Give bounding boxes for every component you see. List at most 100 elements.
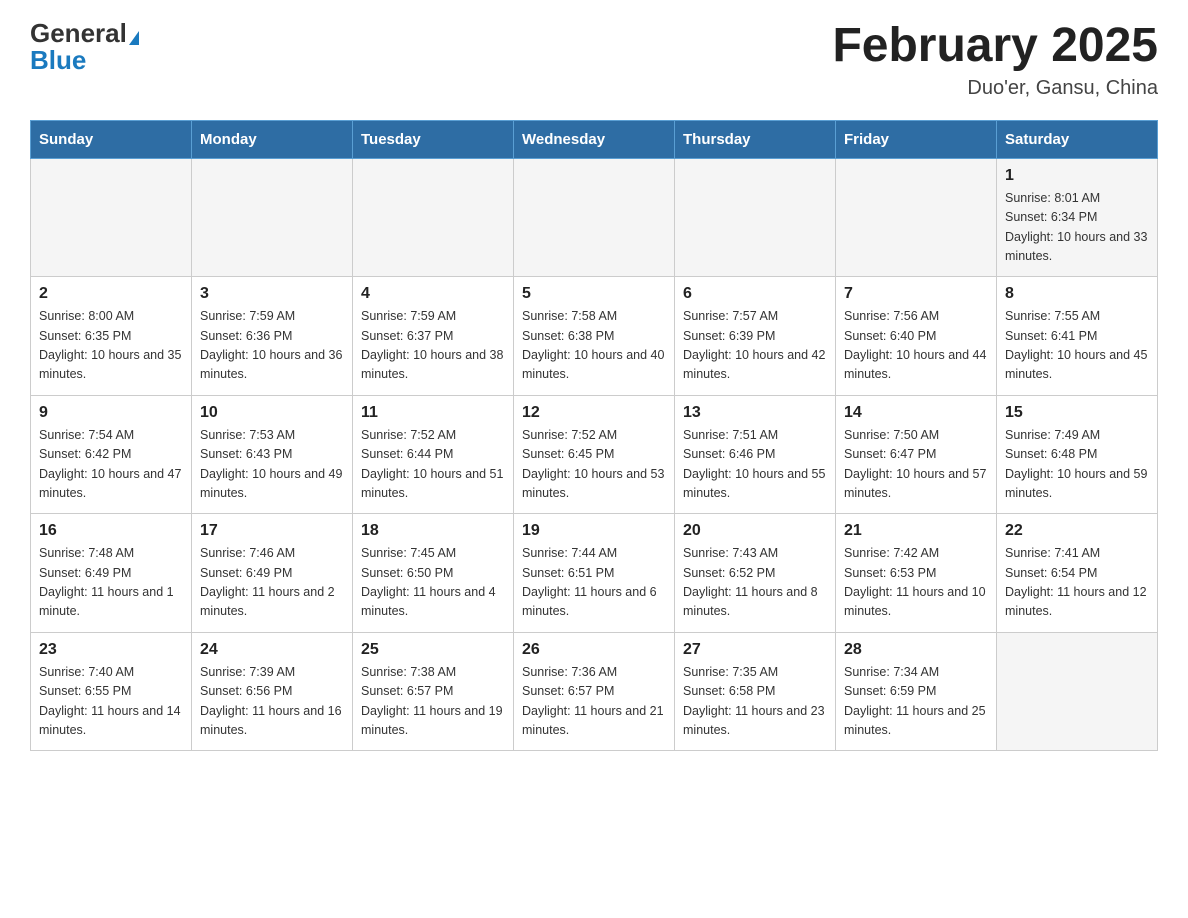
day-info: Sunrise: 7:41 AMSunset: 6:54 PMDaylight:… xyxy=(1005,544,1149,622)
calendar-header: SundayMondayTuesdayWednesdayThursdayFrid… xyxy=(31,120,1158,158)
day-cell: 12 Sunrise: 7:52 AMSunset: 6:45 PMDayligh… xyxy=(514,395,675,514)
day-number: 9 xyxy=(39,404,183,422)
day-info: Sunrise: 7:36 AMSunset: 6:57 PMDaylight:… xyxy=(522,663,666,741)
day-info: Sunrise: 7:52 AMSunset: 6:45 PMDaylight:… xyxy=(522,426,666,504)
weekday-header-saturday: Saturday xyxy=(997,120,1158,158)
weekday-header-monday: Monday xyxy=(192,120,353,158)
title-block: February 2025 Duo'er, Gansu, China xyxy=(832,20,1158,100)
day-number: 2 xyxy=(39,285,183,303)
week-row-2: 2 Sunrise: 8:00 AMSunset: 6:35 PMDaylight… xyxy=(31,277,1158,396)
day-cell: 8 Sunrise: 7:55 AMSunset: 6:41 PMDaylight… xyxy=(997,277,1158,396)
day-cell: 16 Sunrise: 7:48 AMSunset: 6:49 PMDayligh… xyxy=(31,514,192,633)
day-info: Sunrise: 7:49 AMSunset: 6:48 PMDaylight:… xyxy=(1005,426,1149,504)
day-number: 17 xyxy=(200,522,344,540)
day-info: Sunrise: 8:01 AMSunset: 6:34 PMDaylight:… xyxy=(1005,189,1149,267)
day-number: 4 xyxy=(361,285,505,303)
weekday-header-sunday: Sunday xyxy=(31,120,192,158)
day-number: 1 xyxy=(1005,167,1149,185)
month-title: February 2025 xyxy=(832,20,1158,73)
day-cell: 23 Sunrise: 7:40 AMSunset: 6:55 PMDayligh… xyxy=(31,632,192,751)
day-info: Sunrise: 7:54 AMSunset: 6:42 PMDaylight:… xyxy=(39,426,183,504)
week-row-5: 23 Sunrise: 7:40 AMSunset: 6:55 PMDayligh… xyxy=(31,632,1158,751)
day-info: Sunrise: 7:52 AMSunset: 6:44 PMDaylight:… xyxy=(361,426,505,504)
day-info: Sunrise: 7:46 AMSunset: 6:49 PMDaylight:… xyxy=(200,544,344,622)
day-info: Sunrise: 7:59 AMSunset: 6:37 PMDaylight:… xyxy=(361,307,505,385)
day-cell: 6 Sunrise: 7:57 AMSunset: 6:39 PMDaylight… xyxy=(675,277,836,396)
day-info: Sunrise: 7:48 AMSunset: 6:49 PMDaylight:… xyxy=(39,544,183,622)
day-cell: 17 Sunrise: 7:46 AMSunset: 6:49 PMDayligh… xyxy=(192,514,353,633)
weekday-header-tuesday: Tuesday xyxy=(353,120,514,158)
day-cell: 21Sunrise: 7:42 AMSunset: 6:53 PMDayligh… xyxy=(836,514,997,633)
day-number: 6 xyxy=(683,285,827,303)
day-cell: 24 Sunrise: 7:39 AMSunset: 6:56 PMDayligh… xyxy=(192,632,353,751)
day-cell: 11 Sunrise: 7:52 AMSunset: 6:44 PMDayligh… xyxy=(353,395,514,514)
day-cell: 9 Sunrise: 7:54 AMSunset: 6:42 PMDaylight… xyxy=(31,395,192,514)
logo-blue-text: Blue xyxy=(30,45,86,75)
day-cell: 3 Sunrise: 7:59 AMSunset: 6:36 PMDaylight… xyxy=(192,277,353,396)
day-cell: 20 Sunrise: 7:43 AMSunset: 6:52 PMDayligh… xyxy=(675,514,836,633)
day-info: Sunrise: 7:38 AMSunset: 6:57 PMDaylight:… xyxy=(361,663,505,741)
day-cell: 27 Sunrise: 7:35 AMSunset: 6:58 PMDayligh… xyxy=(675,632,836,751)
day-cell: 1 Sunrise: 8:01 AMSunset: 6:34 PMDaylight… xyxy=(997,158,1158,277)
day-cell: 19 Sunrise: 7:44 AMSunset: 6:51 PMDayligh… xyxy=(514,514,675,633)
day-cell: 28Sunrise: 7:34 AMSunset: 6:59 PMDayligh… xyxy=(836,632,997,751)
week-row-1: 1 Sunrise: 8:01 AMSunset: 6:34 PMDaylight… xyxy=(31,158,1158,277)
day-info: Sunrise: 7:39 AMSunset: 6:56 PMDaylight:… xyxy=(200,663,344,741)
day-cell xyxy=(675,158,836,277)
logo-triangle-icon xyxy=(129,31,139,45)
day-info: Sunrise: 7:43 AMSunset: 6:52 PMDaylight:… xyxy=(683,544,827,622)
day-number: 19 xyxy=(522,522,666,540)
weekday-header-thursday: Thursday xyxy=(675,120,836,158)
day-cell: 10Sunrise: 7:53 AMSunset: 6:43 PMDayligh… xyxy=(192,395,353,514)
day-info: Sunrise: 7:55 AMSunset: 6:41 PMDaylight:… xyxy=(1005,307,1149,385)
day-number: 28 xyxy=(844,641,988,659)
day-number: 27 xyxy=(683,641,827,659)
day-info: Sunrise: 7:59 AMSunset: 6:36 PMDaylight:… xyxy=(200,307,344,385)
day-cell: 2 Sunrise: 8:00 AMSunset: 6:35 PMDaylight… xyxy=(31,277,192,396)
day-cell xyxy=(836,158,997,277)
day-number: 22 xyxy=(1005,522,1149,540)
day-info: Sunrise: 7:56 AMSunset: 6:40 PMDaylight:… xyxy=(844,307,988,385)
weekday-header-friday: Friday xyxy=(836,120,997,158)
day-info: Sunrise: 7:53 AMSunset: 6:43 PMDaylight:… xyxy=(200,426,344,504)
day-cell: 5Sunrise: 7:58 AMSunset: 6:38 PMDaylight… xyxy=(514,277,675,396)
calendar-body: 1 Sunrise: 8:01 AMSunset: 6:34 PMDaylight… xyxy=(31,158,1158,751)
day-cell: 7Sunrise: 7:56 AMSunset: 6:40 PMDaylight… xyxy=(836,277,997,396)
calendar-table: SundayMondayTuesdayWednesdayThursdayFrid… xyxy=(30,120,1158,752)
day-number: 16 xyxy=(39,522,183,540)
day-cell: 4 Sunrise: 7:59 AMSunset: 6:37 PMDaylight… xyxy=(353,277,514,396)
day-number: 3 xyxy=(200,285,344,303)
day-cell xyxy=(997,632,1158,751)
day-info: Sunrise: 7:45 AMSunset: 6:50 PMDaylight:… xyxy=(361,544,505,622)
day-number: 26 xyxy=(522,641,666,659)
day-number: 11 xyxy=(361,404,505,422)
day-number: 18 xyxy=(361,522,505,540)
day-number: 23 xyxy=(39,641,183,659)
day-number: 15 xyxy=(1005,404,1149,422)
week-row-3: 9 Sunrise: 7:54 AMSunset: 6:42 PMDaylight… xyxy=(31,395,1158,514)
weekday-header-wednesday: Wednesday xyxy=(514,120,675,158)
day-cell: 22 Sunrise: 7:41 AMSunset: 6:54 PMDayligh… xyxy=(997,514,1158,633)
day-cell: 14Sunrise: 7:50 AMSunset: 6:47 PMDayligh… xyxy=(836,395,997,514)
logo-line2: Blue xyxy=(30,47,86,74)
day-cell: 26 Sunrise: 7:36 AMSunset: 6:57 PMDayligh… xyxy=(514,632,675,751)
day-info: Sunrise: 8:00 AMSunset: 6:35 PMDaylight:… xyxy=(39,307,183,385)
day-info: Sunrise: 7:44 AMSunset: 6:51 PMDaylight:… xyxy=(522,544,666,622)
weekday-header-row: SundayMondayTuesdayWednesdayThursdayFrid… xyxy=(31,120,1158,158)
day-number: 8 xyxy=(1005,285,1149,303)
logo-line1: General xyxy=(30,20,139,47)
day-number: 21 xyxy=(844,522,988,540)
day-number: 12 xyxy=(522,404,666,422)
day-number: 24 xyxy=(200,641,344,659)
day-number: 25 xyxy=(361,641,505,659)
week-row-4: 16 Sunrise: 7:48 AMSunset: 6:49 PMDayligh… xyxy=(31,514,1158,633)
day-cell xyxy=(31,158,192,277)
day-info: Sunrise: 7:57 AMSunset: 6:39 PMDaylight:… xyxy=(683,307,827,385)
day-info: Sunrise: 7:35 AMSunset: 6:58 PMDaylight:… xyxy=(683,663,827,741)
location-text: Duo'er, Gansu, China xyxy=(832,77,1158,100)
day-number: 14 xyxy=(844,404,988,422)
day-number: 20 xyxy=(683,522,827,540)
logo: General Blue xyxy=(30,20,139,74)
day-cell xyxy=(353,158,514,277)
day-info: Sunrise: 7:40 AMSunset: 6:55 PMDaylight:… xyxy=(39,663,183,741)
